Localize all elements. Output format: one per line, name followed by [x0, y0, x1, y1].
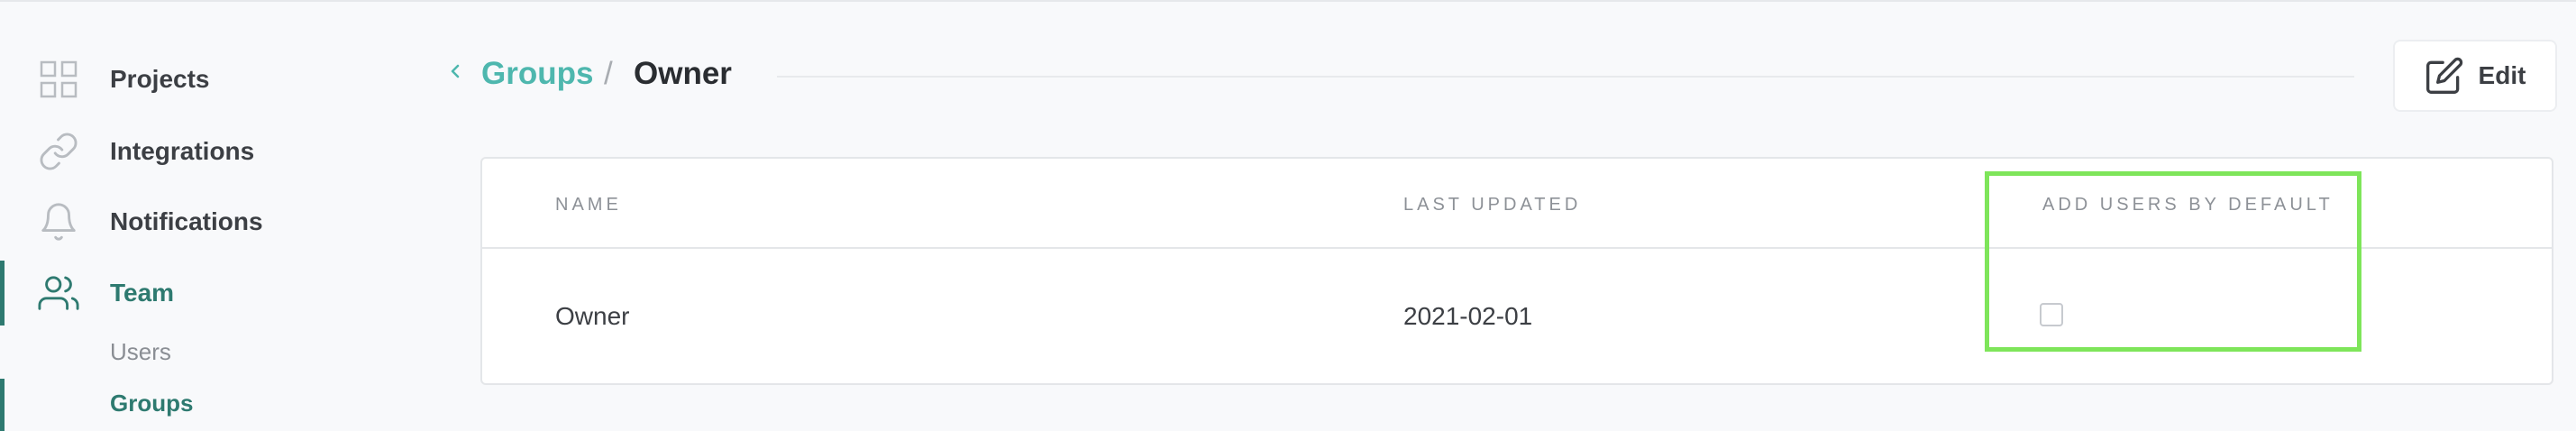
- sidebar-item-integrations[interactable]: Integrations: [0, 119, 415, 184]
- sidebar-subitem-users[interactable]: Users: [110, 338, 171, 366]
- link-icon: [38, 131, 79, 172]
- table-row[interactable]: Owner 2021-02-01: [482, 249, 2552, 384]
- app: Projects Integrations Notifications Team…: [0, 0, 2576, 431]
- column-header-last-updated: LAST UPDATED: [1403, 195, 1582, 215]
- edit-button[interactable]: Edit: [2393, 40, 2557, 112]
- column-header-add-users-by-default: ADD USERS BY DEFAULT: [2042, 195, 2334, 215]
- sidebar-item-label: Team: [110, 279, 175, 307]
- bell-icon: [38, 201, 79, 243]
- table-header: NAME LAST UPDATED ADD USERS BY DEFAULT: [482, 159, 2552, 249]
- sidebar-item-label: Projects: [110, 65, 210, 93]
- header-divider: [777, 76, 2354, 78]
- sidebar-item-label: Notifications: [110, 207, 263, 235]
- page-header: Groups / Owner Edit: [442, 38, 2576, 112]
- sidebar-item-team[interactable]: Team: [0, 261, 415, 326]
- add-users-by-default-checkbox[interactable]: [2040, 303, 2063, 326]
- breadcrumb-separator: /: [604, 56, 613, 91]
- sidebar: Projects Integrations Notifications Team…: [0, 2, 451, 431]
- sidebar-subitem-groups[interactable]: Groups: [110, 390, 193, 417]
- sidebar-item-projects[interactable]: Projects: [0, 47, 415, 112]
- column-header-name: NAME: [555, 195, 622, 215]
- sidebar-item-label: Integrations: [110, 137, 255, 165]
- page-title: Owner: [634, 56, 732, 91]
- groups-table: NAME LAST UPDATED ADD USERS BY DEFAULT O…: [480, 157, 2553, 385]
- cell-last-updated: 2021-02-01: [1403, 302, 1533, 330]
- edit-icon: [2425, 56, 2464, 96]
- grid-icon: [38, 59, 79, 100]
- sidebar-item-notifications[interactable]: Notifications: [0, 189, 415, 254]
- cell-name: Owner: [555, 302, 630, 330]
- chevron-left-icon[interactable]: [442, 58, 469, 85]
- breadcrumb-groups-link[interactable]: Groups: [481, 56, 593, 92]
- users-icon: [38, 272, 79, 314]
- edit-button-label: Edit: [2478, 61, 2526, 89]
- active-indicator: [0, 379, 5, 431]
